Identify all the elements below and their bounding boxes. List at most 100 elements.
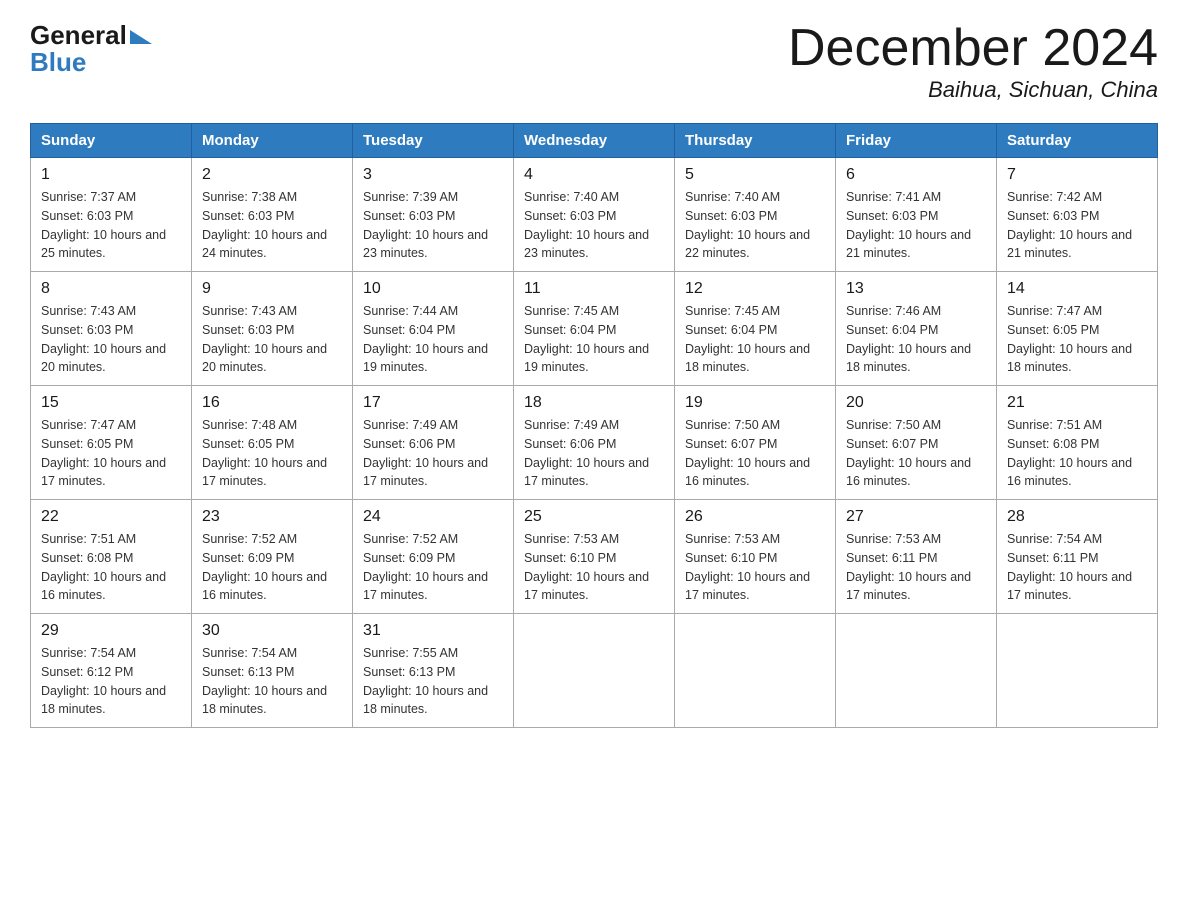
calendar-cell: 9 Sunrise: 7:43 AMSunset: 6:03 PMDaylight… (192, 272, 353, 386)
location-text: Baihua, Sichuan, China (788, 77, 1158, 103)
day-number: 24 (363, 508, 503, 526)
day-info: Sunrise: 7:50 AMSunset: 6:07 PMDaylight:… (685, 416, 825, 491)
calendar-cell: 4 Sunrise: 7:40 AMSunset: 6:03 PMDaylight… (514, 158, 675, 272)
calendar-cell: 30 Sunrise: 7:54 AMSunset: 6:13 PMDayligh… (192, 614, 353, 728)
day-number: 5 (685, 166, 825, 184)
day-number: 16 (202, 394, 342, 412)
calendar-cell: 29 Sunrise: 7:54 AMSunset: 6:12 PMDayligh… (31, 614, 192, 728)
day-info: Sunrise: 7:54 AMSunset: 6:11 PMDaylight:… (1007, 530, 1147, 605)
calendar-cell: 2 Sunrise: 7:38 AMSunset: 6:03 PMDaylight… (192, 158, 353, 272)
day-info: Sunrise: 7:45 AMSunset: 6:04 PMDaylight:… (685, 302, 825, 377)
calendar-cell (675, 614, 836, 728)
day-number: 2 (202, 166, 342, 184)
week-row-2: 8 Sunrise: 7:43 AMSunset: 6:03 PMDaylight… (31, 272, 1158, 386)
day-info: Sunrise: 7:46 AMSunset: 6:04 PMDaylight:… (846, 302, 986, 377)
calendar-cell: 20 Sunrise: 7:50 AMSunset: 6:07 PMDayligh… (836, 386, 997, 500)
page-header: General Blue December 2024 Baihua, Sichu… (30, 20, 1158, 103)
day-info: Sunrise: 7:40 AMSunset: 6:03 PMDaylight:… (685, 188, 825, 263)
day-number: 30 (202, 622, 342, 640)
day-info: Sunrise: 7:54 AMSunset: 6:13 PMDaylight:… (202, 644, 342, 719)
day-info: Sunrise: 7:41 AMSunset: 6:03 PMDaylight:… (846, 188, 986, 263)
day-number: 23 (202, 508, 342, 526)
day-info: Sunrise: 7:54 AMSunset: 6:12 PMDaylight:… (41, 644, 181, 719)
day-number: 19 (685, 394, 825, 412)
day-info: Sunrise: 7:44 AMSunset: 6:04 PMDaylight:… (363, 302, 503, 377)
header-wednesday: Wednesday (514, 124, 675, 158)
logo-triangle-icon (130, 30, 152, 44)
day-number: 20 (846, 394, 986, 412)
header-monday: Monday (192, 124, 353, 158)
day-info: Sunrise: 7:43 AMSunset: 6:03 PMDaylight:… (202, 302, 342, 377)
day-number: 11 (524, 280, 664, 298)
calendar-cell: 1 Sunrise: 7:37 AMSunset: 6:03 PMDaylight… (31, 158, 192, 272)
calendar-cell: 13 Sunrise: 7:46 AMSunset: 6:04 PMDayligh… (836, 272, 997, 386)
calendar-header-row: SundayMondayTuesdayWednesdayThursdayFrid… (31, 124, 1158, 158)
day-number: 13 (846, 280, 986, 298)
calendar-cell: 21Sunrise: 7:51 AMSunset: 6:08 PMDayligh… (997, 386, 1158, 500)
day-number: 22 (41, 508, 181, 526)
day-number: 3 (363, 166, 503, 184)
day-info: Sunrise: 7:42 AMSunset: 6:03 PMDaylight:… (1007, 188, 1147, 263)
day-number: 1 (41, 166, 181, 184)
calendar-cell: 17Sunrise: 7:49 AMSunset: 6:06 PMDayligh… (353, 386, 514, 500)
calendar-cell: 26Sunrise: 7:53 AMSunset: 6:10 PMDayligh… (675, 500, 836, 614)
calendar-cell: 12 Sunrise: 7:45 AMSunset: 6:04 PMDayligh… (675, 272, 836, 386)
calendar-cell (836, 614, 997, 728)
header-thursday: Thursday (675, 124, 836, 158)
header-friday: Friday (836, 124, 997, 158)
day-info: Sunrise: 7:38 AMSunset: 6:03 PMDaylight:… (202, 188, 342, 263)
calendar-cell: 23 Sunrise: 7:52 AMSunset: 6:09 PMDayligh… (192, 500, 353, 614)
day-info: Sunrise: 7:51 AMSunset: 6:08 PMDaylight:… (1007, 416, 1147, 491)
calendar-cell: 19 Sunrise: 7:50 AMSunset: 6:07 PMDayligh… (675, 386, 836, 500)
logo-blue-text: Blue (30, 47, 86, 78)
calendar-cell (514, 614, 675, 728)
day-number: 9 (202, 280, 342, 298)
day-number: 6 (846, 166, 986, 184)
day-info: Sunrise: 7:53 AMSunset: 6:11 PMDaylight:… (846, 530, 986, 605)
calendar-cell: 5 Sunrise: 7:40 AMSunset: 6:03 PMDaylight… (675, 158, 836, 272)
day-info: Sunrise: 7:55 AMSunset: 6:13 PMDaylight:… (363, 644, 503, 719)
day-info: Sunrise: 7:40 AMSunset: 6:03 PMDaylight:… (524, 188, 664, 263)
logo: General Blue (30, 20, 152, 78)
day-number: 15 (41, 394, 181, 412)
calendar-cell: 7Sunrise: 7:42 AMSunset: 6:03 PMDaylight… (997, 158, 1158, 272)
calendar-cell: 16Sunrise: 7:48 AMSunset: 6:05 PMDayligh… (192, 386, 353, 500)
day-number: 4 (524, 166, 664, 184)
day-number: 12 (685, 280, 825, 298)
day-number: 8 (41, 280, 181, 298)
calendar-cell: 28Sunrise: 7:54 AMSunset: 6:11 PMDayligh… (997, 500, 1158, 614)
day-number: 10 (363, 280, 503, 298)
day-number: 29 (41, 622, 181, 640)
day-info: Sunrise: 7:43 AMSunset: 6:03 PMDaylight:… (41, 302, 181, 377)
calendar-cell: 31 Sunrise: 7:55 AMSunset: 6:13 PMDayligh… (353, 614, 514, 728)
header-saturday: Saturday (997, 124, 1158, 158)
calendar-cell: 11 Sunrise: 7:45 AMSunset: 6:04 PMDayligh… (514, 272, 675, 386)
day-info: Sunrise: 7:49 AMSunset: 6:06 PMDaylight:… (524, 416, 664, 491)
calendar-cell: 10 Sunrise: 7:44 AMSunset: 6:04 PMDayligh… (353, 272, 514, 386)
day-number: 14 (1007, 280, 1147, 298)
day-number: 17 (363, 394, 503, 412)
header-sunday: Sunday (31, 124, 192, 158)
month-title: December 2024 (788, 20, 1158, 77)
title-block: December 2024 Baihua, Sichuan, China (788, 20, 1158, 103)
day-info: Sunrise: 7:53 AMSunset: 6:10 PMDaylight:… (524, 530, 664, 605)
day-info: Sunrise: 7:50 AMSunset: 6:07 PMDaylight:… (846, 416, 986, 491)
calendar-table: SundayMondayTuesdayWednesdayThursdayFrid… (30, 123, 1158, 728)
calendar-cell: 25Sunrise: 7:53 AMSunset: 6:10 PMDayligh… (514, 500, 675, 614)
calendar-cell: 8 Sunrise: 7:43 AMSunset: 6:03 PMDaylight… (31, 272, 192, 386)
day-info: Sunrise: 7:53 AMSunset: 6:10 PMDaylight:… (685, 530, 825, 605)
calendar-cell: 14Sunrise: 7:47 AMSunset: 6:05 PMDayligh… (997, 272, 1158, 386)
calendar-cell: 6 Sunrise: 7:41 AMSunset: 6:03 PMDaylight… (836, 158, 997, 272)
calendar-cell: 3 Sunrise: 7:39 AMSunset: 6:03 PMDaylight… (353, 158, 514, 272)
calendar-cell (997, 614, 1158, 728)
day-info: Sunrise: 7:52 AMSunset: 6:09 PMDaylight:… (363, 530, 503, 605)
day-number: 31 (363, 622, 503, 640)
day-info: Sunrise: 7:37 AMSunset: 6:03 PMDaylight:… (41, 188, 181, 263)
week-row-5: 29 Sunrise: 7:54 AMSunset: 6:12 PMDayligh… (31, 614, 1158, 728)
day-info: Sunrise: 7:45 AMSunset: 6:04 PMDaylight:… (524, 302, 664, 377)
header-tuesday: Tuesday (353, 124, 514, 158)
day-info: Sunrise: 7:51 AMSunset: 6:08 PMDaylight:… (41, 530, 181, 605)
day-info: Sunrise: 7:52 AMSunset: 6:09 PMDaylight:… (202, 530, 342, 605)
day-info: Sunrise: 7:39 AMSunset: 6:03 PMDaylight:… (363, 188, 503, 263)
week-row-1: 1 Sunrise: 7:37 AMSunset: 6:03 PMDaylight… (31, 158, 1158, 272)
